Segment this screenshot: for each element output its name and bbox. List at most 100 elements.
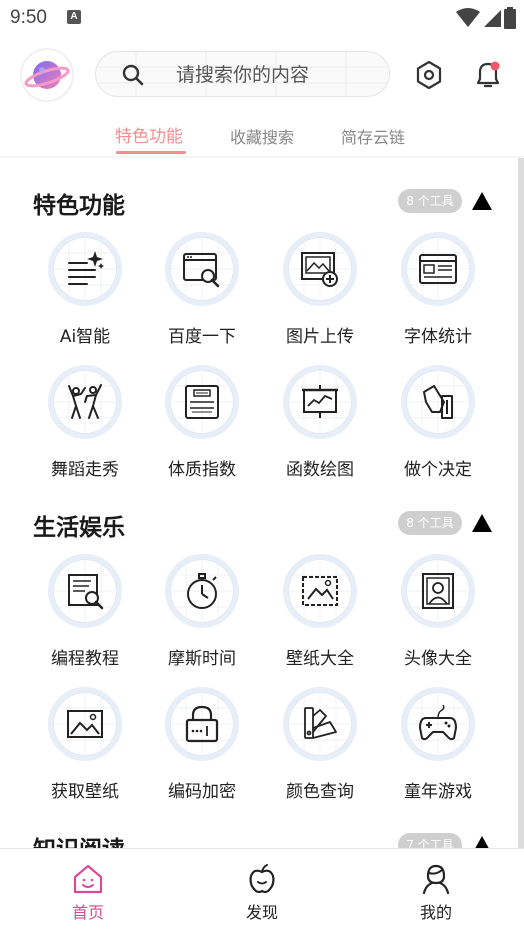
tool-icon-circle [165,687,239,761]
tool-avatar-collection[interactable]: 头像大全 [382,554,492,674]
status-time: 9:50 [10,7,47,28]
tool-count-badge: 8 个工具 [398,511,462,535]
wifi-icon [456,8,480,27]
battery-icon [504,7,516,29]
nav-discover[interactable]: 发现 [202,849,322,931]
tool-icon-circle [283,687,357,761]
tool-label: 函数绘图 [286,460,354,480]
lock-icon [185,705,219,743]
scrollbar[interactable] [518,158,524,848]
color-swatch-icon [304,707,337,739]
tool-label: Ai智能 [59,327,111,347]
tool-label: 摩斯时间 [168,649,236,669]
tool-font-stats[interactable]: 字体统计 [382,232,492,352]
tool-label: 体质指数 [168,460,236,480]
search-icon [122,64,144,86]
tool-childhood-games[interactable]: 童年游戏 [382,687,492,807]
dance-icon [68,384,102,419]
tool-label: 舞蹈走秀 [51,460,119,480]
tool-label: 童年游戏 [404,782,472,802]
picture-icon [67,710,103,738]
tool-encode-encrypt[interactable]: 编码加密 [146,687,256,807]
tool-decision[interactable]: 做个决定 [382,365,492,485]
tool-icon-circle [283,554,357,628]
profile-icon [422,864,450,895]
section-title: 知识阅读 [33,830,125,848]
code-tutorial-icon [68,574,104,610]
tool-bmi[interactable]: 体质指数 [146,365,256,485]
tool-icon-circle [48,554,122,628]
tool-ai[interactable]: Ai智能 [29,232,139,352]
collapse-arrow-icon[interactable] [472,514,492,532]
tool-icon-circle [283,232,357,306]
tool-label: 图片上传 [286,327,354,347]
nav-label: 发现 [245,903,278,922]
tool-label: 颜色查询 [286,782,354,802]
tool-color-lookup[interactable]: 颜色查询 [264,687,374,807]
planet-avatar-icon [24,61,70,89]
tool-function-plot[interactable]: 函数绘图 [264,365,374,485]
tool-icon-circle [48,232,122,306]
tool-count-badge: 8 个工具 [398,189,462,213]
tool-image-upload[interactable]: 图片上传 [264,232,374,352]
decision-icon [423,385,453,419]
tool-label: 做个决定 [404,460,472,480]
collapse-arrow-icon[interactable] [472,192,492,210]
stopwatch-icon [187,573,217,609]
tab-cloud-links[interactable]: 简存云链 [341,124,405,148]
home-icon [73,864,103,894]
font-stats-icon [419,254,457,284]
notification-icon: A [67,10,81,24]
tab-bar: 特色功能 收藏搜索 简存云链 [0,114,524,156]
tool-icon-circle [401,232,475,306]
avatar[interactable] [22,50,72,100]
nav-label: 我的 [419,903,452,922]
tool-get-wallpaper[interactable]: 获取壁纸 [29,687,139,807]
tool-list[interactable]: 特色功能 8 个工具 Ai智能 百度一下 图片上传 字体统计 舞蹈走秀 体质指数… [0,158,518,848]
signal-icon [484,10,501,27]
tool-icon-circle [283,365,357,439]
tool-coding[interactable]: 编程教程 [29,554,139,674]
wallpaper-icon [302,576,338,606]
settings-icon[interactable] [414,60,444,90]
tool-label: 编码加密 [168,782,236,802]
nav-home[interactable]: 首页 [28,849,148,931]
status-bar: 9:50 A [0,0,524,36]
tool-label: 字体统计 [404,327,472,347]
tool-dance[interactable]: 舞蹈走秀 [29,365,139,485]
nav-label: 首页 [71,903,104,922]
tool-icon-circle [401,554,475,628]
tab-featured[interactable]: 特色功能 [115,122,183,147]
tool-icon-circle [165,232,239,306]
tool-baidu[interactable]: 百度一下 [146,232,256,352]
collapse-arrow-icon[interactable] [472,836,492,848]
nav-profile[interactable]: 我的 [376,849,496,931]
tool-icon-circle [401,365,475,439]
tool-icon-circle [48,687,122,761]
tool-icon-circle [165,554,239,628]
tool-label: 头像大全 [404,649,472,669]
bottom-nav: 首页 发现 我的 [0,848,524,931]
section-title: 生活娱乐 [33,515,125,541]
search-input[interactable] [176,52,376,96]
ai-sparkle-icon [68,251,104,285]
tool-label: 获取壁纸 [51,782,119,802]
tab-favorite-search[interactable]: 收藏搜索 [230,124,294,148]
section-title: 特色功能 [33,193,125,219]
discover-icon [249,864,275,894]
tool-icon-circle [401,687,475,761]
tool-icon-circle [165,365,239,439]
tool-morse-time[interactable]: 摩斯时间 [146,554,256,674]
tool-label: 壁纸大全 [286,649,354,669]
tool-icon-circle [48,365,122,439]
browser-search-icon [183,253,220,288]
status-icons [456,6,516,30]
search-bar[interactable] [95,51,390,97]
tool-label: 编程教程 [51,649,119,669]
bell-icon[interactable] [472,58,504,90]
tool-wallpaper-collection[interactable]: 壁纸大全 [264,554,374,674]
avatar-frame-icon [422,573,454,609]
image-upload-icon [301,252,338,287]
gamepad-icon [419,704,457,741]
tool-count-badge: 7 个工具 [398,833,462,848]
